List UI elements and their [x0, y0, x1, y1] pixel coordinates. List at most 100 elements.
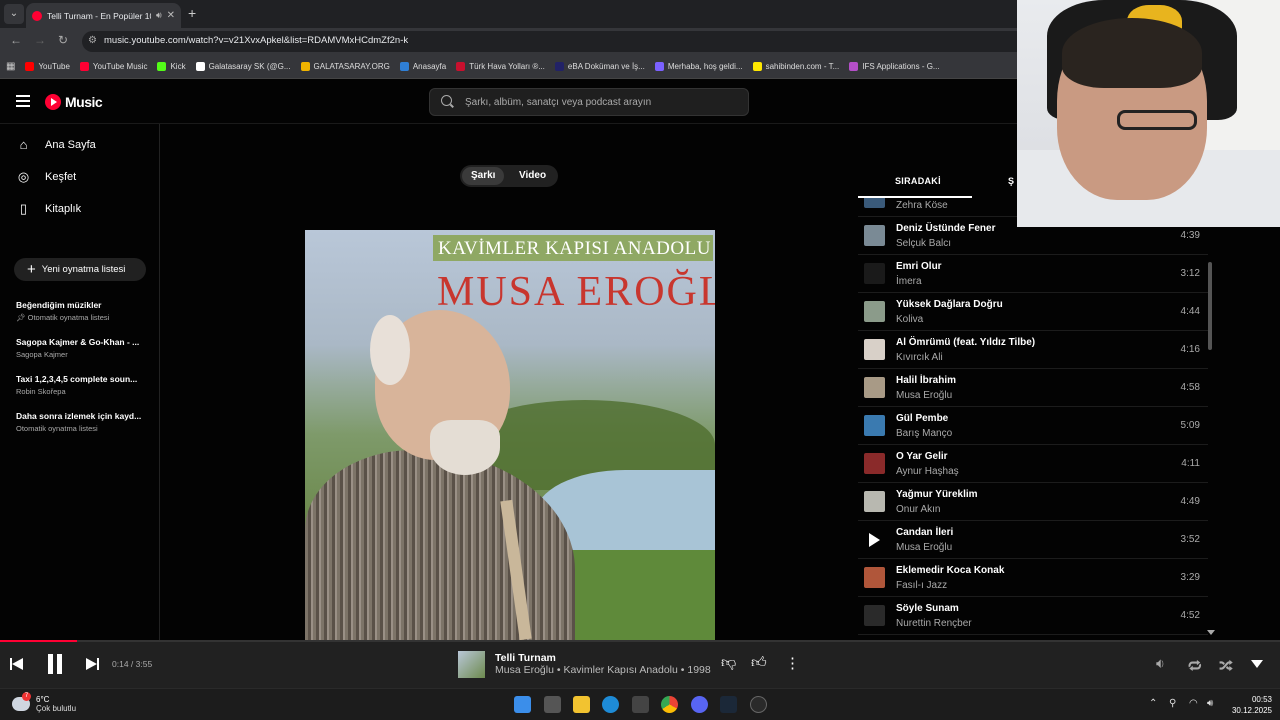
- shuffle-icon[interactable]: 🔀︎: [1219, 655, 1233, 676]
- queue-item-artist: Zehra Köse: [896, 200, 948, 211]
- repeat-icon[interactable]: 🔁︎: [1188, 655, 1202, 676]
- wifi-icon[interactable]: ◠: [1189, 698, 1198, 709]
- song-tab[interactable]: Şarkı: [462, 167, 505, 185]
- new-playlist-button[interactable]: + Yeni oynatma listesi: [14, 258, 146, 281]
- queue-item[interactable]: Yağmur Yüreklim Onur Akın 4:49: [858, 483, 1208, 521]
- now-playing-thumbnail[interactable]: [458, 651, 485, 678]
- bookmark-item[interactable]: eBA Doküman ve İş...: [554, 62, 645, 71]
- bookmark-favicon-icon: [554, 62, 564, 71]
- bookmark-item[interactable]: IFS Applications - G...: [849, 62, 940, 71]
- speaker-icon[interactable]: 🔊︎: [156, 10, 162, 21]
- queue-scrollbar[interactable]: [1208, 262, 1212, 350]
- steam-icon[interactable]: [720, 696, 737, 713]
- playlist-item[interactable]: Beğendiğim müzikler 📌︎ Otomatik oynatma …: [16, 300, 146, 322]
- ytmusic-logo[interactable]: Music: [45, 94, 103, 110]
- sidebar-item-library[interactable]: ▯ Kitaplık: [16, 201, 81, 216]
- task-view-icon[interactable]: [544, 696, 561, 713]
- queue-thumbnail: [864, 339, 885, 360]
- scroll-down-arrow-icon[interactable]: [1207, 630, 1215, 635]
- playlist-subtitle: Otomatik oynatma listesi: [16, 424, 98, 433]
- now-playing-title[interactable]: Telli Turnam: [495, 652, 556, 664]
- queue-item-duration: 4:11: [1181, 458, 1200, 469]
- bookmark-label: Anasayfa: [412, 62, 447, 71]
- tab-list-chevron-icon[interactable]: ⌄: [4, 4, 24, 24]
- queue-item[interactable]: Yüksek Dağlara Doğru Koliva 4:44: [858, 293, 1208, 331]
- time-display: 0:14 / 3:55: [112, 659, 153, 669]
- bookmark-label: sahibinden.com - T...: [765, 62, 840, 71]
- apps-grid-icon[interactable]: ▦: [6, 61, 15, 72]
- dislike-icon[interactable]: 👎︎: [721, 654, 736, 672]
- bookmark-label: IFS Applications - G...: [862, 62, 940, 71]
- queue-item-artist: Barış Manço: [896, 428, 953, 439]
- speaker-icon[interactable]: 🔊︎: [1207, 698, 1213, 709]
- system-clock[interactable]: 00:53 30.12.2025: [1228, 694, 1272, 716]
- queue-item[interactable]: Emri Olur İmera 3:12: [858, 255, 1208, 293]
- pause-icon[interactable]: [46, 654, 64, 674]
- playlist-item[interactable]: Taxi 1,2,3,4,5 complete soun... Robin Sk…: [16, 374, 146, 396]
- tab-up-next[interactable]: SIRADAKİ: [895, 176, 941, 186]
- windows-taskbar: 7 6°C Çok bulutlu ⌃ ⚲ ◠ 🔊︎ 00:53 30.12.2…: [0, 688, 1280, 720]
- queue-item[interactable]: Al Ömrümü (feat. Yıldız Tilbe) Kıvırcık A…: [858, 331, 1208, 369]
- bookmark-item[interactable]: Anasayfa: [399, 62, 447, 71]
- queue-item[interactable]: Eklemedir Koca Konak Fasıl-ı Jazz 3:29: [858, 559, 1208, 597]
- queue-item[interactable]: Candan İleri Musa Eroğlu 3:52: [858, 521, 1208, 559]
- bookmark-item[interactable]: Türk Hava Yolları ®...: [456, 62, 545, 71]
- bookmark-item[interactable]: Kick: [157, 62, 186, 71]
- queue-item-title: Emri Olur: [896, 261, 942, 272]
- network-icon[interactable]: ⚲: [1169, 698, 1176, 709]
- menu-icon[interactable]: [16, 95, 30, 110]
- queue-item[interactable]: Söyle Sunam Nurettin Rençber 4:52: [858, 597, 1208, 635]
- file-explorer-icon[interactable]: [573, 696, 590, 713]
- bookmark-item[interactable]: YouTube Music: [79, 62, 147, 71]
- sidebar-item-home[interactable]: ⌂ Ana Sayfa: [16, 137, 96, 152]
- new-tab-icon[interactable]: +: [188, 5, 196, 21]
- playlist-item[interactable]: Sagopa Kajmer & Go-Khan - ... Sagopa Kaj…: [16, 337, 146, 359]
- bookmark-favicon-icon: [25, 62, 35, 71]
- search-input[interactable]: Şarkı, albüm, sanatçı veya podcast arayı…: [429, 88, 749, 116]
- cloud-icon: 7: [12, 692, 31, 711]
- volume-icon[interactable]: 🔉︎: [1156, 655, 1165, 672]
- browser-tab[interactable]: Telli Turnam - En Popüler 10 🔊︎ ✕: [26, 3, 181, 28]
- bookmark-favicon-icon: [654, 62, 664, 71]
- weather-widget[interactable]: 7 6°C Çok bulutlu: [12, 692, 76, 713]
- back-icon[interactable]: ←: [10, 33, 22, 47]
- pin-icon: 📌︎: [16, 313, 26, 322]
- play-icon[interactable]: [869, 533, 880, 547]
- tab-title: Telli Turnam - En Popüler 10: [47, 10, 151, 21]
- more-options-icon[interactable]: ⋮: [785, 654, 800, 672]
- reload-icon[interactable]: ↻: [58, 33, 68, 47]
- playlist-subtitle: Otomatik oynatma listesi: [27, 313, 110, 322]
- site-info-icon[interactable]: ⚙︎: [88, 35, 97, 46]
- previous-icon[interactable]: [10, 658, 24, 670]
- now-playing-subtitle[interactable]: Musa Eroğlu • Kavimler Kapısı Anadolu • …: [495, 664, 711, 676]
- sidebar-item-explore[interactable]: ◎ Keşfet: [16, 169, 76, 184]
- edge-icon[interactable]: [602, 696, 619, 713]
- bookmark-item[interactable]: GALATASARAY.ORG: [300, 62, 390, 71]
- expand-chevron-icon[interactable]: [1251, 660, 1263, 668]
- app-icon[interactable]: [750, 696, 767, 713]
- queue-item-duration: 4:16: [1180, 344, 1200, 355]
- bookmark-item[interactable]: Merhaba, hoş geldi...: [654, 62, 743, 71]
- tray-chevron-icon[interactable]: ⌃: [1149, 698, 1157, 709]
- discord-icon[interactable]: [691, 696, 708, 713]
- search-icon: [441, 95, 452, 106]
- bookmark-item[interactable]: sahibinden.com - T...: [752, 62, 840, 71]
- bookmark-item[interactable]: YouTube: [25, 62, 70, 71]
- bookmark-list: YouTube YouTube Music Kick Galatasaray SK (…: [25, 62, 940, 71]
- queue-item[interactable]: Gül Pembe Barış Manço 5:09: [858, 407, 1208, 445]
- playlist-item[interactable]: Daha sonra izlemek için kayd... Otomatik…: [16, 411, 146, 433]
- tab-lyrics[interactable]: Ş: [1008, 176, 1014, 186]
- windows-start-icon[interactable]: [514, 696, 531, 713]
- close-tab-icon[interactable]: ✕: [167, 10, 175, 21]
- chrome-icon[interactable]: [661, 696, 678, 713]
- bookmark-label: Türk Hava Yolları ®...: [469, 62, 545, 71]
- bookmark-item[interactable]: Galatasaray SK (@G...: [195, 62, 291, 71]
- store-icon[interactable]: [632, 696, 649, 713]
- next-icon[interactable]: [85, 658, 99, 670]
- queue-item[interactable]: Halil İbrahim Musa Eroğlu 4:58: [858, 369, 1208, 407]
- video-tab[interactable]: Video: [510, 167, 555, 185]
- queue-item-title: Yüksek Dağlara Doğru: [896, 299, 1003, 310]
- like-icon[interactable]: 👍︎: [751, 654, 767, 672]
- queue-item[interactable]: O Yar Gelir Aynur Haşhaş 4:11: [858, 445, 1208, 483]
- forward-icon[interactable]: →: [34, 33, 46, 47]
